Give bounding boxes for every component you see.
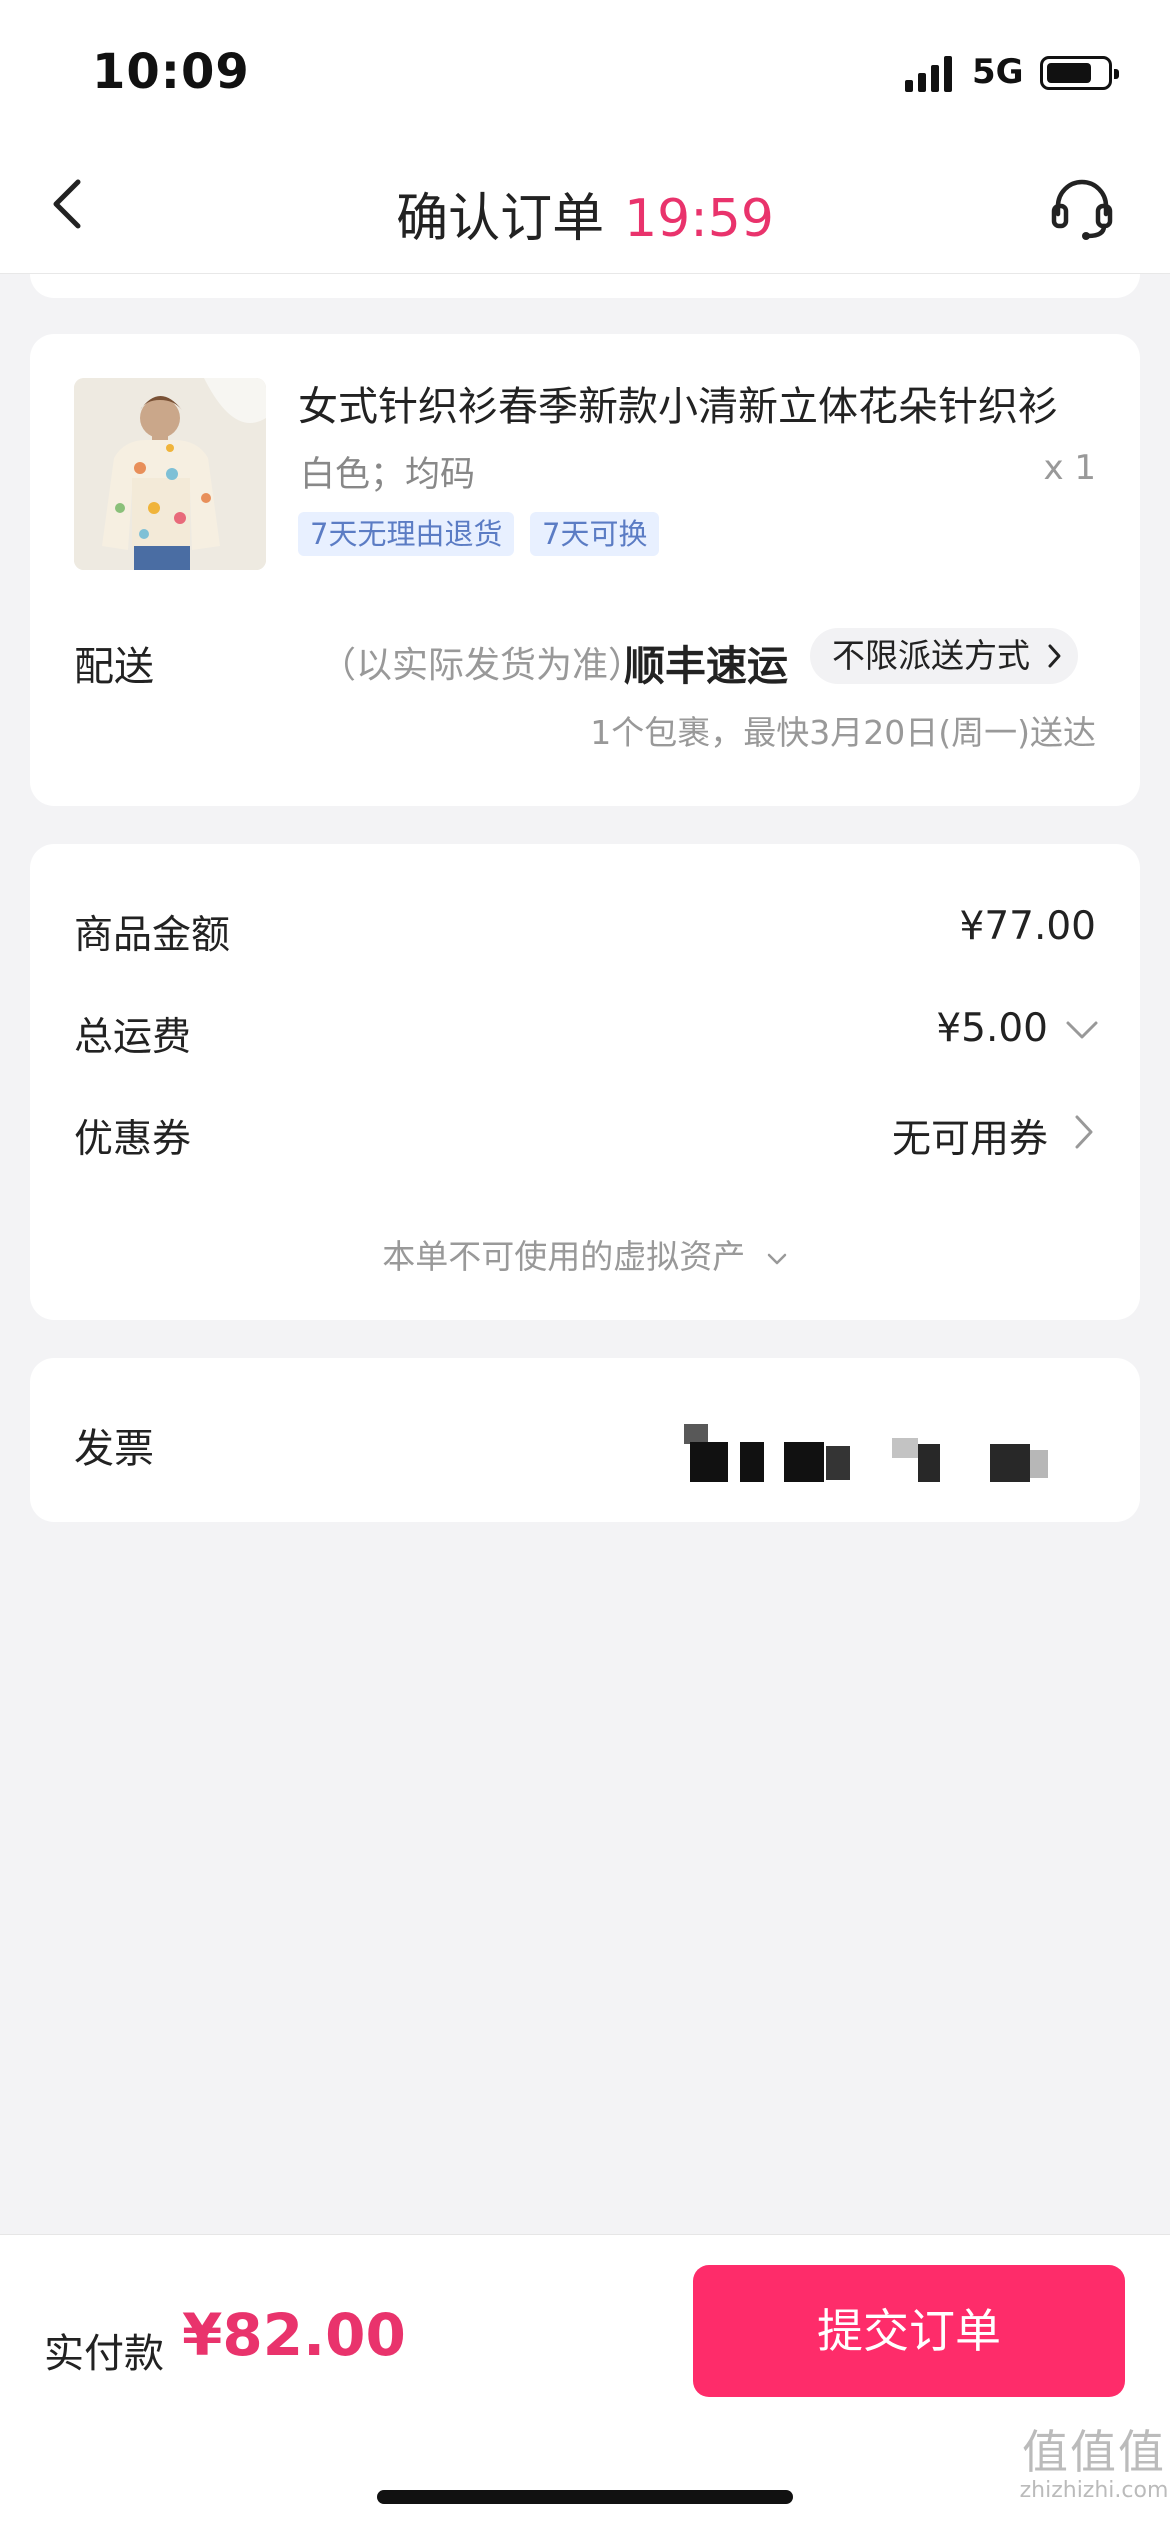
product-spec: 白色；均码 <box>300 455 476 495</box>
product-image[interactable] <box>74 378 266 570</box>
shipping-label: 配送 <box>74 644 154 690</box>
delivery-eta: 1个包裹，最快3月20日(周一)送达 <box>590 713 1096 752</box>
headset-icon[interactable] <box>1048 174 1116 242</box>
price-summary-card: 商品金额 ¥77.00 总运费 ¥5.00 优惠券 无可用券 本单不可使用的虚拟… <box>30 844 1140 1320</box>
freight-label: 总运费 <box>74 1015 192 1060</box>
goods-amount-label: 商品金额 <box>74 913 231 958</box>
site-watermark: 值值值 zhizhizhi.com <box>1018 2416 1170 2503</box>
page-title-text: 确认订单 <box>396 189 605 249</box>
battery-icon <box>1040 56 1119 90</box>
submit-order-button[interactable]: 提交订单 <box>693 2265 1125 2397</box>
virtual-assets-toggle[interactable]: 本单不可使用的虚拟资产 <box>30 1230 1140 1278</box>
page-title: 确认订单 19:59 <box>0 176 1170 251</box>
status-time: 10:09 <box>92 44 250 100</box>
shipping-note: （以实际发货为准） <box>320 645 645 686</box>
nav-bar: 确认订单 19:59 <box>0 140 1170 274</box>
order-countdown: 19:59 <box>624 189 774 249</box>
coupon-label: 优惠券 <box>74 1117 192 1162</box>
home-indicator[interactable] <box>377 2490 793 2504</box>
invoice-label: 发票 <box>74 1426 154 1472</box>
status-bar: 10:09 5G <box>0 0 1170 140</box>
watermark-url: zhizhizhi.com <box>1019 2478 1169 2503</box>
address-card-edge <box>30 274 1140 298</box>
exchange-policy-tag: 7天可换 <box>530 512 660 556</box>
delivery-method-selector[interactable]: 不限派送方式 <box>810 628 1078 684</box>
watermark-logo: 值值值 <box>1022 2425 1166 2479</box>
product-quantity: x 1 <box>1043 448 1096 488</box>
sweater-product-photo <box>74 378 266 570</box>
pixelated-redaction <box>660 1420 1060 1484</box>
product-card: 女式针织衫春季新款小清新立体花朵针织衫 白色；均码 x 1 7天无理由退货 7天… <box>30 334 1140 806</box>
chevron-right-icon <box>1048 644 1061 668</box>
checkout-bar: 实付款 ¥82.00 提交订单 <box>0 2234 1170 2532</box>
chevron-down-icon[interactable] <box>1064 1018 1100 1042</box>
goods-amount-value: ¥77.00 <box>959 904 1096 949</box>
pay-amount: ¥82.00 <box>182 2301 406 2369</box>
chevron-down-icon <box>767 1253 786 1264</box>
network-type: 5G <box>972 52 1024 92</box>
invoice-card[interactable]: 发票 <box>30 1358 1140 1522</box>
virtual-assets-label: 本单不可使用的虚拟资产 <box>382 1237 746 1276</box>
product-title[interactable]: 女式针织衫春季新款小清新立体花朵针织衫 <box>298 374 1098 432</box>
freight-value[interactable]: ¥5.00 <box>936 1006 1048 1051</box>
shipping-carrier: 顺丰速运 <box>624 642 788 690</box>
delivery-method-label: 不限派送方式 <box>832 636 1030 675</box>
chevron-right-icon[interactable] <box>1072 1112 1096 1152</box>
pay-label: 实付款 <box>44 2331 164 2377</box>
return-policy-tag: 7天无理由退货 <box>298 512 515 556</box>
coupon-value[interactable]: 无可用券 <box>892 1108 1048 1164</box>
signal-icon <box>905 56 952 92</box>
